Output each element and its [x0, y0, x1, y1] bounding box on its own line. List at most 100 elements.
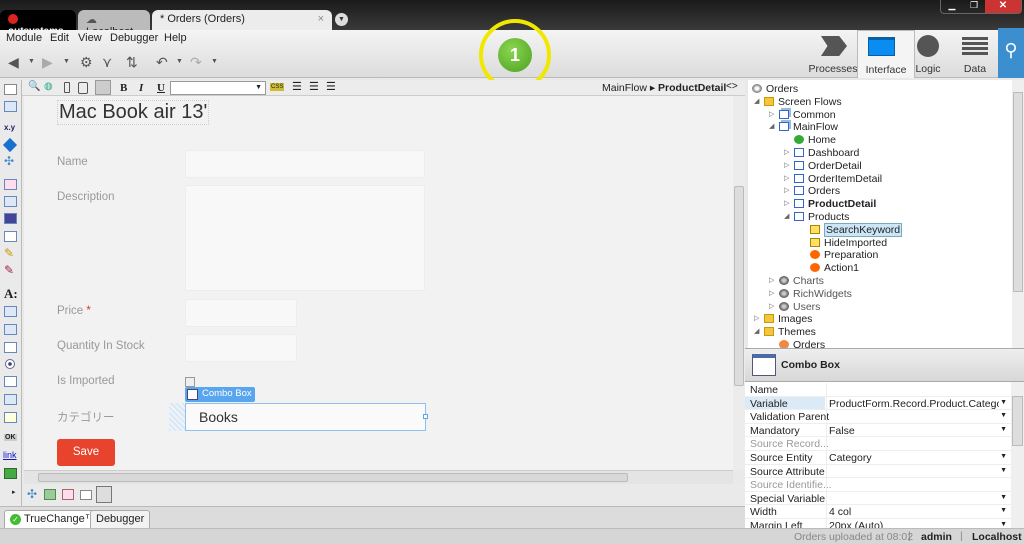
tab-debugger[interactable]: Debugger	[90, 510, 151, 528]
tree-item[interactable]: ▷ ProductDetail	[784, 198, 876, 210]
combo-box-tree-icon[interactable]	[96, 486, 112, 503]
menu-edit[interactable]: Edit	[50, 32, 69, 44]
expand-icon[interactable]: ◢	[769, 122, 774, 130]
image-widget-icon[interactable]	[4, 468, 17, 479]
underline-button[interactable]: U	[157, 82, 165, 94]
category-combo-box[interactable]: Books	[185, 403, 428, 431]
expand-icon[interactable]: ▷	[784, 161, 789, 169]
desktop-preview-icon[interactable]	[95, 80, 111, 95]
canvas-horizontal-scrollbar[interactable]	[24, 470, 733, 484]
tree-item[interactable]: ▷ RichWidgets	[769, 288, 852, 300]
tree-item[interactable]: ▷ Dashboard	[784, 147, 859, 159]
italic-button[interactable]: I	[139, 82, 143, 94]
scroll-thumb[interactable]	[734, 186, 744, 386]
tab-processes[interactable]: Processes	[804, 30, 862, 78]
expand-icon[interactable]: ▷	[784, 186, 789, 194]
input-widget-icon[interactable]	[4, 306, 17, 317]
table-widget-icon[interactable]	[4, 101, 17, 112]
close-window-icon[interactable]: ✕	[985, 0, 1021, 13]
property-value[interactable]: Category	[829, 452, 999, 464]
tree-item[interactable]: Action1	[810, 262, 859, 274]
tree-item[interactable]: Preparation	[810, 249, 878, 261]
menu-view[interactable]: View	[78, 32, 102, 44]
zoom-select-icon[interactable]: 🔍	[28, 81, 40, 92]
tree-item[interactable]: ▷ Charts	[769, 275, 824, 287]
search-button[interactable]: ⚲	[998, 28, 1024, 78]
style-class-dropdown[interactable]: ▼	[170, 81, 266, 95]
breadcrumb-flow[interactable]: MainFlow	[602, 82, 647, 94]
back-dropdown-icon[interactable]: ▼	[28, 58, 35, 65]
property-row[interactable]: Variable ProductForm.Record.Product.Categ…	[745, 396, 1011, 411]
dropdown-arrow-icon[interactable]: ▼	[1000, 453, 1007, 460]
resize-handle[interactable]	[423, 414, 428, 419]
form-icon[interactable]	[62, 489, 74, 500]
forward-icon[interactable]: ▶	[42, 54, 53, 71]
is-imported-checkbox[interactable]	[185, 377, 195, 387]
menu-help[interactable]: Help	[164, 32, 187, 44]
form-widget-icon[interactable]	[4, 179, 17, 190]
forward-dropdown-icon[interactable]: ▼	[63, 58, 70, 65]
pencil-icon[interactable]: ✎	[4, 246, 14, 260]
tree-item[interactable]: Home	[794, 134, 836, 146]
tree-item[interactable]: ▷ Images	[754, 313, 812, 325]
property-value[interactable]: 20px (Auto)	[829, 520, 999, 528]
expand-icon[interactable]: ▷	[754, 314, 759, 322]
property-row[interactable]: Name	[745, 383, 1011, 397]
label-widget-icon[interactable]: A:	[4, 286, 18, 302]
tree-item[interactable]: ▷ OrderDetail	[784, 160, 862, 172]
close-tab-icon[interactable]: ×	[318, 13, 324, 25]
dropdown-arrow-icon[interactable]: ▼	[1000, 507, 1007, 514]
tree-item[interactable]: ◢ Screen Flows	[754, 96, 842, 108]
panel-toggle-button[interactable]: <>	[726, 81, 738, 92]
tree-item[interactable]: ◢ MainFlow	[769, 121, 838, 133]
redo-icon[interactable]: ↷	[190, 54, 202, 71]
container-icon[interactable]	[80, 490, 92, 500]
property-value[interactable]: 4 col	[829, 506, 999, 518]
scroll-thumb[interactable]	[38, 473, 628, 482]
page-title[interactable]: Mac Book air 13'	[57, 100, 210, 125]
status-user[interactable]: admin	[921, 531, 952, 543]
tab-truechange[interactable]: ✓ TrueChange™	[4, 510, 102, 528]
scroll-thumb[interactable]	[1013, 92, 1023, 292]
container-widget-icon[interactable]	[4, 84, 17, 95]
price-input[interactable]	[185, 299, 297, 327]
list-records-icon[interactable]	[4, 196, 17, 207]
align-right-icon[interactable]: ☰	[326, 80, 336, 93]
back-icon[interactable]: ◀	[8, 54, 19, 71]
undo-dropdown-icon[interactable]: ▼	[176, 58, 183, 65]
web-block-icon[interactable]: ✣	[27, 487, 37, 501]
tree-item[interactable]: SearchKeyword	[810, 222, 903, 237]
css-button[interactable]: CSS	[270, 83, 285, 91]
upload-widget-icon[interactable]	[4, 412, 17, 423]
expand-icon[interactable]: ◢	[754, 327, 759, 335]
bold-button[interactable]: B	[120, 82, 127, 94]
property-value[interactable]: ProductForm.Record.Product.Category	[829, 398, 999, 410]
expand-icon[interactable]: ◢	[754, 97, 759, 105]
checkbox-widget-icon[interactable]	[4, 342, 17, 353]
list-box-widget-icon[interactable]	[4, 394, 17, 405]
tab-data[interactable]: Data	[946, 30, 1004, 78]
undo-icon[interactable]: ↶	[156, 54, 168, 71]
properties-scrollbar[interactable]	[1011, 382, 1024, 528]
tab-orders[interactable]: * Orders (Orders) ×	[152, 10, 332, 30]
property-row[interactable]: Mandatory False ▼	[745, 423, 1011, 438]
expand-icon[interactable]: ▷	[769, 289, 774, 297]
tablet-preview-icon[interactable]	[78, 82, 88, 94]
dropdown-arrow-icon[interactable]: ▼	[1000, 426, 1007, 433]
tree-item[interactable]: ▷ Common	[769, 109, 836, 121]
expand-icon[interactable]: ▷	[784, 148, 789, 156]
compare-merge-icon[interactable]: ⋎	[102, 54, 112, 71]
property-row[interactable]: Validation Parent ▼	[745, 410, 1011, 425]
tree-item[interactable]: ◢ Products	[784, 211, 849, 223]
save-button[interactable]: Save	[57, 439, 115, 466]
description-textarea[interactable]	[185, 185, 425, 291]
status-server[interactable]: Localhost	[972, 531, 1022, 543]
property-row[interactable]: Source Identifie...	[745, 478, 1011, 493]
tree-scrollbar[interactable]	[1012, 80, 1024, 348]
restore-icon[interactable]: ❐	[963, 0, 985, 13]
expand-icon[interactable]: ▷	[769, 302, 774, 310]
expand-icon[interactable]: ◢	[784, 212, 789, 220]
settings-gear-icon[interactable]: ⚙	[80, 54, 93, 71]
quantity-input[interactable]	[185, 334, 297, 362]
expand-icon[interactable]: ▷	[784, 174, 789, 182]
